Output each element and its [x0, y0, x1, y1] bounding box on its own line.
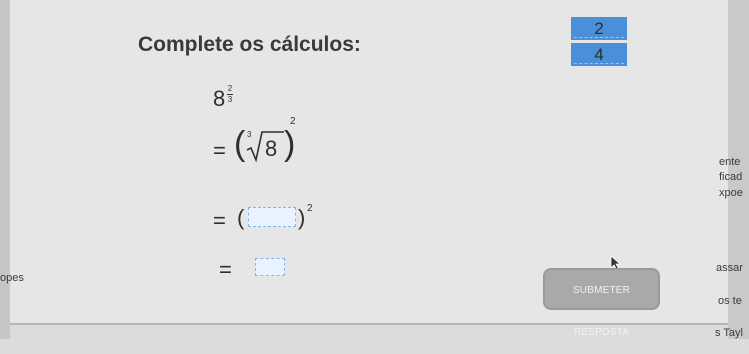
equals-sign-2: =	[213, 208, 226, 233]
base-drop-box[interactable]	[248, 207, 296, 227]
exponent-numerator: 2	[227, 84, 233, 93]
power-expression: 8	[213, 86, 225, 112]
side-fragment: opes	[0, 272, 24, 284]
answer-tile-2[interactable]: 2	[571, 17, 627, 40]
right-paren-1: )	[284, 125, 296, 163]
side-fragment: ente	[719, 156, 741, 168]
side-fragment: ficad	[719, 171, 743, 183]
exponent-denominator: 3	[227, 95, 233, 104]
left-background-strip	[0, 0, 10, 339]
side-fragment: s Tayl	[715, 327, 743, 339]
side-fragment: xpoe	[719, 187, 743, 199]
result-drop-box[interactable]	[255, 258, 285, 276]
side-fragment: assar	[716, 262, 743, 274]
root-index: 3	[247, 130, 252, 139]
submit-button[interactable]: SUBMETER RESPOSTA	[543, 268, 660, 338]
left-paren-2: (	[237, 205, 245, 230]
outer-exponent: 2	[290, 116, 296, 127]
base-number: 8	[213, 86, 226, 111]
right-paren-2: )	[298, 205, 306, 230]
fraction-exponent: 2 3	[227, 85, 233, 104]
right-background-strip	[728, 0, 749, 339]
left-paren-1: (	[234, 125, 246, 163]
question-title: Complete os cálculos:	[138, 33, 361, 56]
blank-exponent: 2	[307, 203, 313, 214]
radicand: 8	[265, 136, 278, 161]
equals-sign-1: =	[213, 138, 226, 163]
side-fragment: os te	[718, 295, 742, 307]
answer-tile-4[interactable]: 4	[571, 43, 627, 66]
equals-sign-3: =	[219, 257, 232, 282]
